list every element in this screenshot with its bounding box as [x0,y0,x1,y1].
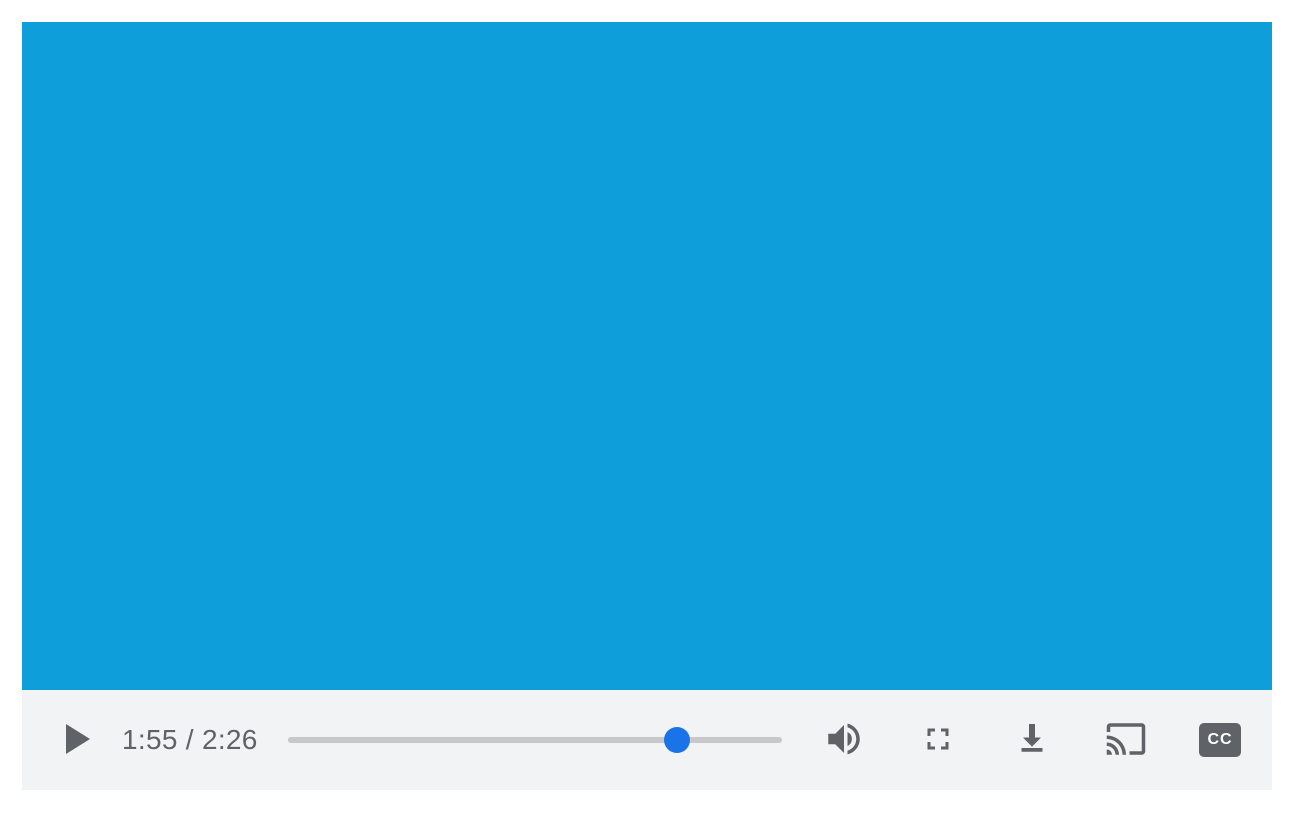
total-time: 2:26 [202,724,258,755]
progress-slider[interactable] [288,720,782,760]
play-button[interactable] [58,720,98,760]
fullscreen-button[interactable] [916,718,960,762]
cast-icon [1105,718,1147,763]
controls-bar: 1:55 / 2:26 [22,690,1272,790]
play-icon [64,724,92,757]
time-separator: / [178,724,202,755]
progress-track [288,737,782,743]
download-icon [1014,721,1050,760]
download-button[interactable] [1010,718,1054,762]
progress-thumb[interactable] [664,727,690,753]
time-display: 1:55 / 2:26 [122,724,258,756]
volume-icon [823,718,865,763]
right-controls: CC [822,718,1242,762]
volume-button[interactable] [822,718,866,762]
progress-fill [288,737,677,743]
current-time: 1:55 [122,724,178,755]
video-player: 1:55 / 2:26 [22,22,1272,790]
fullscreen-icon [920,721,956,760]
captions-button[interactable]: CC [1198,718,1242,762]
captions-icon: CC [1199,723,1241,757]
cast-button[interactable] [1104,718,1148,762]
video-viewport[interactable] [22,22,1272,690]
